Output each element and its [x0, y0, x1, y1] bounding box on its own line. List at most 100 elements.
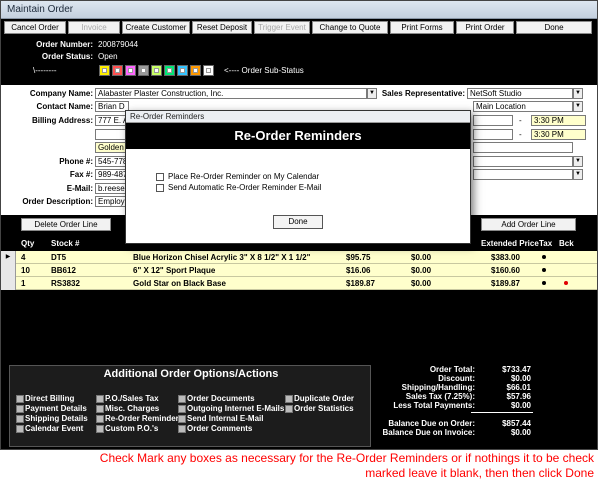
location-dropdown-icon[interactable]: ▼	[573, 101, 583, 112]
shipping-details-option[interactable]: Shipping Details	[16, 414, 88, 423]
calendar-reminder-label[interactable]: Place Re-Order Reminder on My Calendar	[168, 172, 319, 181]
sub-status-lead: \--------	[33, 66, 57, 75]
sales-rep-label: Sales Representative:	[381, 89, 465, 98]
total-value: $857.44	[502, 419, 531, 428]
instruction-text: Check Mark any boxes as necessary for th…	[99, 451, 594, 480]
email-reminder-checkbox[interactable]	[156, 184, 164, 192]
fax-field[interactable]: 989-487	[95, 169, 129, 180]
location-field[interactable]: Main Location	[473, 101, 573, 112]
reset-deposit-button[interactable]: Reset Deposit	[192, 21, 252, 34]
send-internal-email-option[interactable]: Send Internal E-Mail	[178, 414, 263, 423]
extra-field-2[interactable]	[473, 156, 573, 167]
line-stock: BB612	[51, 266, 76, 275]
re-order-reminders-option[interactable]: Re-Order Reminders	[96, 414, 183, 423]
date-field-1[interactable]	[473, 115, 513, 126]
sub-status-swatch[interactable]	[164, 65, 175, 76]
billing-address-line2[interactable]	[95, 129, 129, 140]
date-field-2[interactable]	[473, 129, 513, 140]
table-row[interactable]: 1 RS3832 Gold Star on Black Base $189.87…	[1, 277, 597, 290]
extra-field-3[interactable]	[473, 169, 573, 180]
billing-address-label: Billing Address:	[31, 116, 93, 125]
additional-options-panel: Additional Order Options/Actions Direct …	[9, 365, 371, 447]
extra-dropdown-icon-1[interactable]: ▼	[573, 156, 583, 167]
order-comments-option[interactable]: Order Comments	[178, 424, 252, 433]
invoice-button[interactable]: Invoice	[68, 21, 120, 34]
direct-billing-option[interactable]: Direct Billing	[16, 394, 74, 403]
col-bck: Bck	[559, 239, 574, 248]
billing-address-line1[interactable]: 777 E. A	[95, 115, 129, 126]
total-value: $57.96	[506, 392, 531, 401]
line-extended: $189.87	[491, 279, 520, 288]
calendar-event-option[interactable]: Calendar Event	[16, 424, 83, 433]
window-title: Maintain Order	[7, 4, 74, 15]
line-discount: $0.00	[411, 279, 432, 288]
table-row[interactable]: 10 BB612 6" X 12" Sport Plaque $16.06 $0…	[1, 264, 597, 277]
re-order-reminders-dialog: Re-Order Reminders Re-Order Reminders Pl…	[125, 110, 471, 244]
line-description: Blue Horizon Chisel Acrylic 3" X 8 1/2" …	[133, 253, 311, 262]
swatch-checkbox-icon	[154, 68, 159, 73]
extra-field-1[interactable]	[473, 142, 573, 153]
swatch-checkbox-icon	[167, 68, 172, 73]
billing-address-city[interactable]: Golden	[95, 142, 129, 153]
done-button[interactable]: Done	[516, 21, 592, 34]
create-customer-button[interactable]: Create Customer	[122, 21, 190, 34]
company-name-label: Company Name:	[29, 89, 93, 98]
total-label: Shipping/Handling:	[401, 383, 475, 392]
sub-status-swatch[interactable]	[151, 65, 162, 76]
sub-status-label: <---- Order Sub-Status	[224, 66, 304, 75]
row-selector-icon[interactable]: ▶	[1, 251, 16, 264]
sub-status-swatch[interactable]	[125, 65, 136, 76]
contact-name-field[interactable]: Brian D	[95, 101, 129, 112]
phone-field[interactable]: 545-778	[95, 156, 129, 167]
calendar-reminder-checkbox[interactable]	[156, 173, 164, 181]
cancel-order-button[interactable]: Cancel Order	[4, 21, 66, 34]
row-selector[interactable]	[1, 264, 16, 277]
total-label: Balance Due on Invoice:	[382, 428, 475, 437]
misc-charges-option[interactable]: Misc. Charges	[96, 404, 159, 413]
line-price: $189.87	[346, 279, 375, 288]
outgoing-emails-option[interactable]: Outgoing Internet E-Mails	[178, 404, 284, 413]
add-order-line-button[interactable]: Add Order Line	[481, 218, 576, 231]
total-label: Less Total Payments:	[393, 401, 475, 410]
order-header: Order Number: 200879044 Order Status: Op…	[1, 35, 597, 85]
payment-details-option[interactable]: Payment Details	[16, 404, 87, 413]
line-extended: $160.60	[491, 266, 520, 275]
time-field-1[interactable]: 3:30 PM	[531, 115, 586, 126]
print-forms-button[interactable]: Print Forms	[390, 21, 454, 34]
sub-status-swatch[interactable]	[177, 65, 188, 76]
sub-status-swatch[interactable]	[112, 65, 123, 76]
trigger-event-button[interactable]: Trigger Event	[254, 21, 310, 34]
sub-status-swatch[interactable]	[99, 65, 110, 76]
swatch-checkbox-icon	[128, 68, 133, 73]
swatch-checkbox-icon	[102, 68, 107, 73]
email-reminder-label[interactable]: Send Automatic Re-Order Reminder E-Mail	[168, 183, 321, 192]
company-name-field[interactable]: Alabaster Plaster Construction, Inc.	[95, 88, 367, 99]
delete-order-line-button[interactable]: Delete Order Line	[21, 218, 111, 231]
order-statistics-option[interactable]: Order Statistics	[285, 404, 354, 413]
phone-label: Phone #:	[59, 157, 93, 166]
line-description: Gold Star on Black Base	[133, 279, 226, 288]
order-description-field[interactable]: Employ	[95, 196, 129, 207]
print-order-button[interactable]: Print Order	[456, 21, 514, 34]
dialog-done-button[interactable]: Done	[273, 215, 323, 229]
table-row[interactable]: ▶ 4 DT5 Blue Horizon Chisel Acrylic 3" X…	[1, 251, 597, 264]
sub-status-swatch[interactable]	[190, 65, 201, 76]
tax-dot-icon	[542, 281, 546, 285]
line-discount: $0.00	[411, 253, 432, 262]
custom-pos-option[interactable]: Custom P.O.'s	[96, 424, 158, 433]
sub-status-swatch[interactable]	[203, 65, 214, 76]
extra-dropdown-icon-2[interactable]: ▼	[573, 169, 583, 180]
company-dropdown-icon[interactable]: ▼	[367, 88, 377, 99]
order-description-label: Order Description:	[22, 197, 93, 206]
duplicate-order-option[interactable]: Duplicate Order	[285, 394, 354, 403]
sales-rep-dropdown-icon[interactable]: ▼	[573, 88, 583, 99]
sub-status-swatch[interactable]	[138, 65, 149, 76]
order-documents-option[interactable]: Order Documents	[178, 394, 255, 403]
sales-rep-field[interactable]: NetSoft Studio	[467, 88, 573, 99]
time-field-2[interactable]: 3:30 PM	[531, 129, 586, 140]
po-sales-tax-option[interactable]: P.O./Sales Tax	[96, 394, 159, 403]
row-selector[interactable]	[1, 277, 16, 290]
backorder-dot-icon	[564, 281, 568, 285]
change-to-quote-button[interactable]: Change to Quote	[312, 21, 388, 34]
email-field[interactable]: b.reese	[95, 183, 129, 194]
